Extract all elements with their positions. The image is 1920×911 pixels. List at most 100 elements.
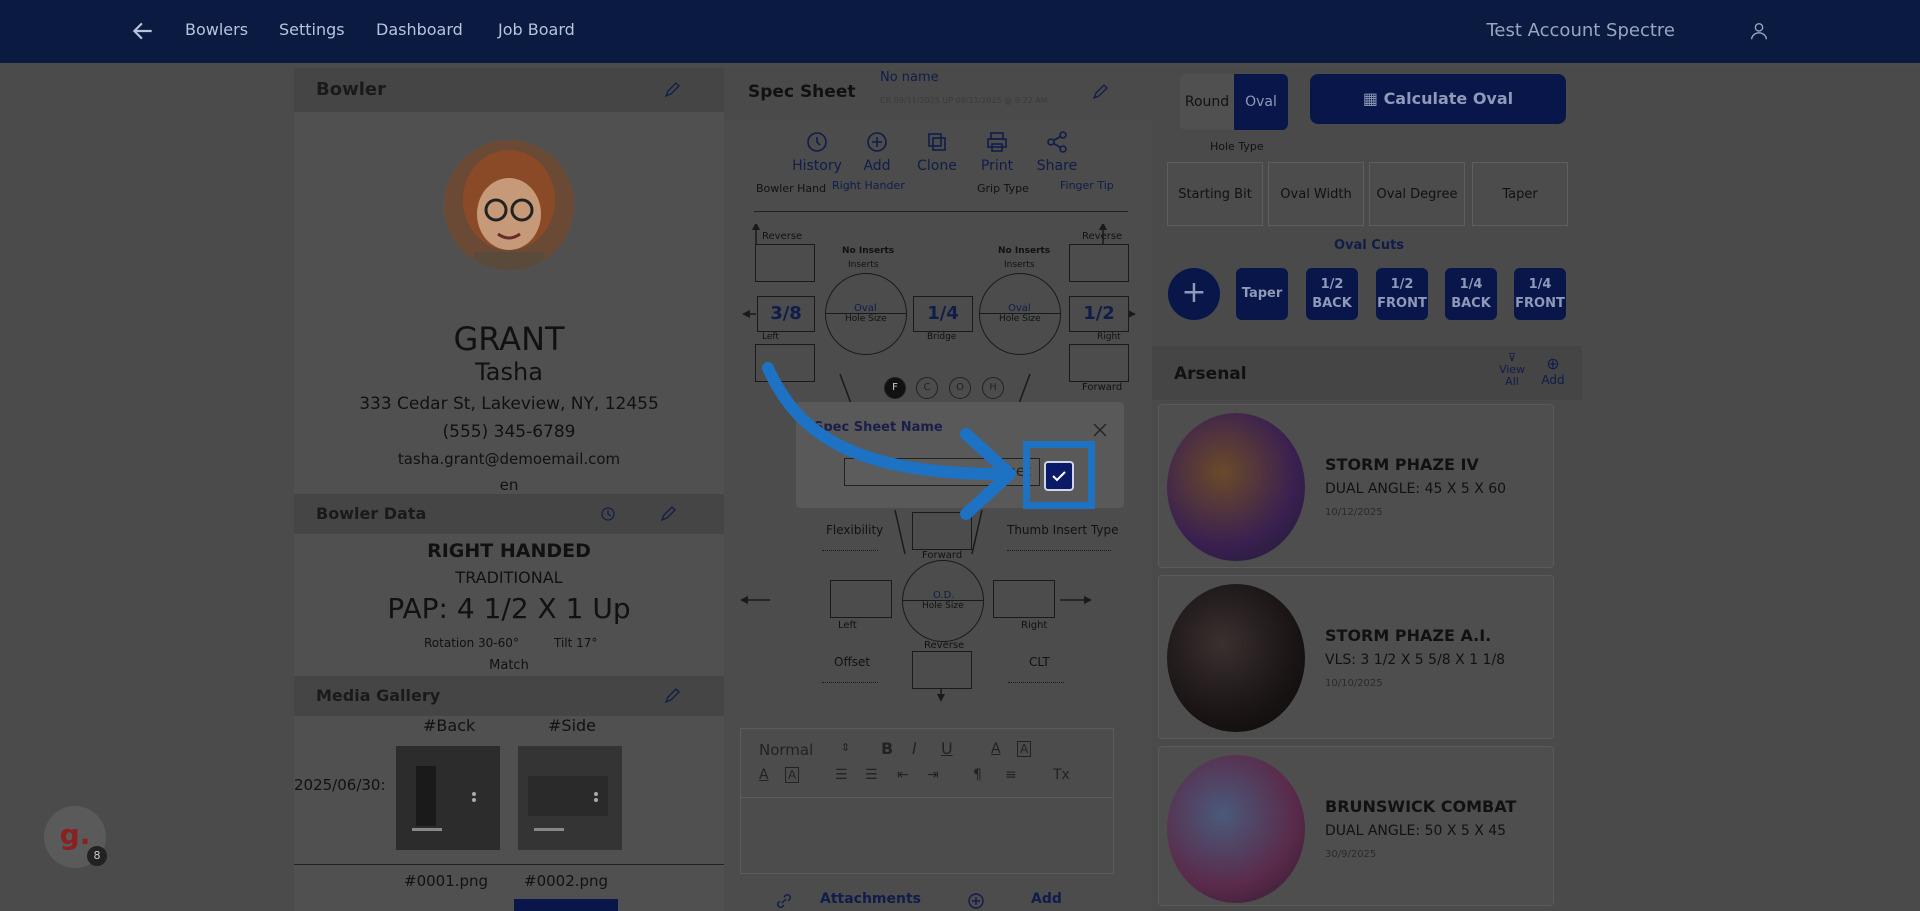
ball-card[interactable]: BRUNSWICK COMBAT DUAL ANGLE: 50 X 5 X 45… — [1158, 746, 1554, 906]
media-gallery-header: Media Gallery — [294, 676, 724, 716]
cut-taper-button[interactable]: Taper — [1236, 268, 1288, 320]
bowler-pap: PAP: 4 1/2 X 1 Up — [387, 592, 631, 625]
bold-icon[interactable]: B — [881, 739, 893, 758]
nav-settings[interactable]: Settings — [279, 20, 345, 39]
add-spec-button[interactable]: Add — [847, 130, 907, 174]
oval-toggle[interactable]: Oval — [1234, 74, 1288, 130]
cut-label: 1/4 — [1459, 276, 1483, 292]
nav-dashboard[interactable]: Dashboard — [376, 20, 463, 39]
edit-media-pencil-icon[interactable] — [664, 688, 680, 704]
media-thumbnail-side[interactable] — [518, 746, 622, 850]
oval-width-cell[interactable]: Oval Width — [1268, 162, 1364, 226]
guide-badge-letter: g. — [59, 818, 91, 851]
ball-layout: VLS: 3 1/2 X 5 5/8 X 1 1/8 — [1325, 652, 1506, 668]
text-direction-icon[interactable]: ¶ — [973, 767, 982, 783]
outdent-icon[interactable]: ⇤ — [897, 767, 909, 783]
history-clock-icon[interactable] — [600, 506, 616, 522]
thumb-reverse-box[interactable] — [912, 651, 972, 689]
left-label: Left — [762, 332, 779, 342]
grip-type-value[interactable]: Finger Tip — [1060, 179, 1114, 192]
account-name[interactable]: Test Account Spectre — [1486, 20, 1675, 41]
ball-name: STORM PHAZE IV — [1325, 455, 1479, 474]
cut-quarter-front-button[interactable]: 1/4 FRONT — [1514, 268, 1566, 320]
confirm-name-button[interactable] — [1044, 461, 1074, 491]
left-hole-size-label: Hole Size — [845, 314, 887, 324]
inserts-left-label: Inserts — [848, 260, 879, 270]
background-color-icon[interactable]: A — [1017, 741, 1032, 757]
user-icon[interactable] — [1748, 20, 1770, 42]
taper-cell[interactable]: Taper — [1472, 162, 1568, 226]
offset-label: Offset — [834, 655, 871, 669]
background-color-icon[interactable]: A — [785, 767, 800, 783]
text-color-icon[interactable]: A — [991, 741, 1001, 757]
media-action-button[interactable] — [514, 899, 618, 911]
print-label: Print — [980, 158, 1014, 174]
forward-right-label: Forward — [1082, 382, 1123, 393]
edit-spec-pencil-icon[interactable] — [1092, 84, 1108, 100]
left-oval-label: Oval — [854, 303, 877, 314]
edit-bowler-data-pencil-icon[interactable] — [660, 506, 676, 522]
ball-date: 10/10/2025 — [1325, 678, 1383, 689]
edit-bowler-pencil-icon[interactable] — [664, 82, 680, 98]
clear-format-icon[interactable]: Tx — [1053, 767, 1070, 783]
calculate-oval-button[interactable]: ▦ Calculate Oval — [1310, 74, 1566, 124]
forward-right-box[interactable] — [1069, 344, 1129, 382]
cut-label: 1/4 — [1528, 276, 1552, 292]
attachments-label: Attachments — [820, 891, 922, 907]
print-button[interactable]: Print — [967, 130, 1027, 174]
bridge-box[interactable]: 1/4 — [913, 296, 973, 332]
flexibility-value[interactable] — [822, 550, 878, 551]
clone-button[interactable]: Clone — [907, 130, 967, 174]
top-nav: Bowlers Settings Dashboard Job Board Tes… — [0, 0, 1920, 63]
format-select[interactable]: Normal — [759, 741, 813, 759]
ball-card[interactable]: STORM PHAZE A.I. VLS: 3 1/2 X 5 5/8 X 1 … — [1158, 575, 1554, 739]
align-icon[interactable]: ≡ — [1005, 767, 1017, 783]
add-attachment-label[interactable]: Add — [1031, 891, 1062, 907]
reverse-right-box[interactable] — [1069, 244, 1129, 282]
history-button[interactable]: History — [787, 130, 847, 174]
oval-degree-cell[interactable]: Oval Degree — [1369, 162, 1465, 226]
ordered-list-icon[interactable]: ☰ — [835, 767, 848, 783]
bullet-list-icon[interactable]: ☰ — [865, 767, 878, 783]
nav-bowlers[interactable]: Bowlers — [185, 20, 248, 39]
add-ball-button[interactable]: ⊕ Add — [1535, 354, 1571, 387]
notes-editor[interactable]: Normal ⇕ B I U A A A A ☰ ☰ ⇤ ⇥ ¶ ≡ Tx — [740, 728, 1114, 874]
right-span-box[interactable]: 1/2 — [1069, 296, 1129, 332]
underline-icon[interactable]: U — [941, 739, 953, 758]
starting-bit-cell[interactable]: Starting Bit — [1167, 162, 1263, 226]
ball-name: BRUNSWICK COMBAT — [1325, 797, 1517, 816]
close-icon[interactable] — [1092, 422, 1108, 438]
media-tag-back: #Back — [423, 716, 476, 735]
ball-card[interactable]: STORM PHAZE IV DUAL ANGLE: 45 X 5 X 60 1… — [1158, 404, 1554, 568]
cut-quarter-back-button[interactable]: 1/4 BACK — [1445, 268, 1497, 320]
grip-type-label: Grip Type — [977, 182, 1029, 195]
guide-badge-count: 8 — [87, 846, 107, 866]
media-thumbnail-back[interactable] — [396, 746, 500, 850]
view-all-button[interactable]: ⊽ View All — [1492, 351, 1532, 388]
left-span-box[interactable]: 3/8 — [757, 296, 815, 332]
thumb-insert-type-value[interactable] — [1007, 550, 1111, 551]
thumb-left-box[interactable] — [830, 580, 892, 618]
reverse-left-box[interactable] — [755, 244, 815, 282]
hole-type-toggle: Round Oval — [1180, 74, 1288, 130]
clt-value[interactable] — [1008, 682, 1064, 683]
indent-icon[interactable]: ⇥ — [927, 767, 939, 783]
cut-half-back-button[interactable]: 1/2 BACK — [1306, 268, 1358, 320]
thumb-right-box[interactable] — [993, 580, 1055, 618]
add-cut-button[interactable]: + — [1168, 268, 1220, 320]
thumb-reverse-label: Reverse — [924, 640, 965, 651]
reverse-left-label: Reverse — [762, 231, 803, 242]
inserts-right-label: Inserts — [1004, 260, 1035, 270]
cut-half-front-button[interactable]: 1/2 FRONT — [1376, 268, 1428, 320]
divider — [754, 211, 1128, 212]
add-attachment-icon[interactable] — [967, 892, 985, 910]
round-toggle[interactable]: Round — [1180, 74, 1234, 130]
share-button[interactable]: Share — [1027, 130, 1087, 174]
back-arrow-icon[interactable] — [130, 18, 156, 44]
nav-job-board[interactable]: Job Board — [498, 20, 575, 39]
italic-icon[interactable]: I — [912, 739, 917, 758]
bowler-hand-value[interactable]: Right Hander — [832, 179, 905, 192]
text-color-icon[interactable]: A — [759, 767, 769, 783]
format-select-chevron-icon[interactable]: ⇕ — [841, 741, 850, 754]
offset-value[interactable] — [822, 682, 878, 683]
